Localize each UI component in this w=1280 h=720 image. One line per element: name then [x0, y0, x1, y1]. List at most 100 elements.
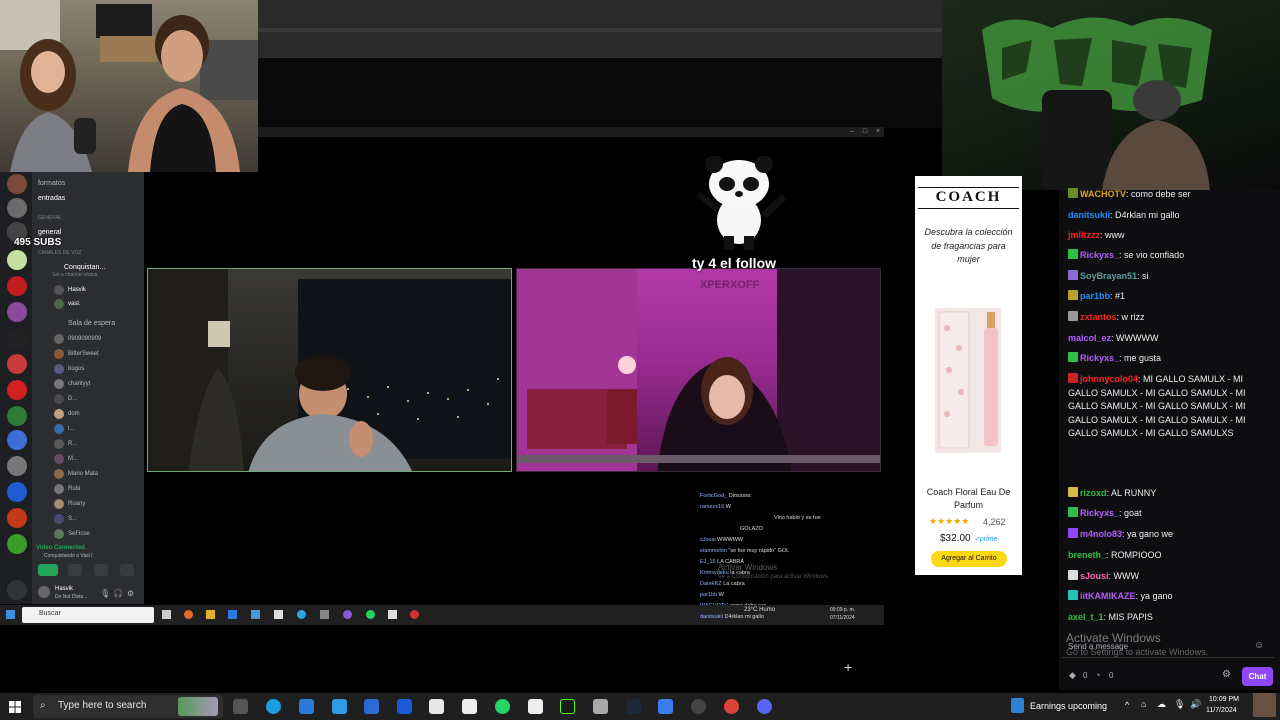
- volume-icon[interactable]: 🔊: [1190, 699, 1201, 710]
- app-icon[interactable]: [429, 699, 444, 714]
- network-icon[interactable]: ⌂: [1141, 699, 1146, 709]
- minimize-icon[interactable]: –: [848, 128, 856, 135]
- ad-product-title[interactable]: Coach Floral Eau De Parfum: [922, 486, 1015, 512]
- chat-username[interactable]: m4nolo83: [1080, 529, 1122, 539]
- channel-entradas[interactable]: entradas: [38, 192, 65, 205]
- chat-username[interactable]: zxtantos: [1080, 312, 1117, 322]
- microphone-icon[interactable]: 🎙: [1174, 699, 1185, 710]
- waiting-member[interactable]: Mario Mata: [68, 467, 98, 481]
- server-icon[interactable]: [7, 482, 27, 502]
- voice-member[interactable]: vasl.: [68, 297, 80, 311]
- maximize-icon[interactable]: □: [861, 128, 869, 135]
- server-icon[interactable]: [7, 302, 27, 322]
- chat-username[interactable]: iitKAMIKAZE: [1080, 591, 1136, 601]
- app-icon[interactable]: [388, 610, 397, 619]
- file-icon[interactable]: [528, 699, 543, 714]
- app-icon[interactable]: [184, 610, 193, 619]
- waiting-member[interactable]: R...: [68, 437, 77, 451]
- task-view-icon[interactable]: [162, 610, 171, 619]
- chat-badge-icon[interactable]: [1068, 270, 1078, 280]
- edge-icon[interactable]: [266, 699, 281, 714]
- spotify-icon[interactable]: [366, 610, 375, 619]
- windows-start-icon[interactable]: [6, 610, 15, 619]
- video-tile-right[interactable]: [516, 268, 881, 472]
- chat-badge-icon[interactable]: [1068, 311, 1078, 321]
- video-tile-left[interactable]: [147, 268, 512, 472]
- chat-username[interactable]: Rickyxs_: [1080, 353, 1119, 363]
- activities-icon[interactable]: [94, 564, 108, 576]
- server-icon[interactable]: [7, 250, 27, 270]
- inner-clock-time[interactable]: 09:09 p. m.: [830, 607, 855, 613]
- add-server-icon[interactable]: [7, 580, 27, 600]
- waiting-member[interactable]: M...: [68, 452, 78, 466]
- chat-username[interactable]: Rickyxs_: [1080, 508, 1119, 518]
- headphones-icon[interactable]: 🎧: [113, 589, 123, 598]
- gear-icon[interactable]: ⚙: [1222, 669, 1231, 680]
- clock-date[interactable]: 11/7/2024: [1206, 707, 1237, 714]
- obs-icon[interactable]: [691, 699, 706, 714]
- waiting-member[interactable]: Ruany: [68, 497, 85, 511]
- waiting-member[interactable]: bogos: [68, 362, 84, 376]
- chat-username[interactable]: par1bb: [1080, 291, 1110, 301]
- news-icon[interactable]: [1011, 698, 1024, 713]
- chat-username[interactable]: Rickyxs_: [1080, 250, 1119, 260]
- app-icon[interactable]: [320, 610, 329, 619]
- file-icon[interactable]: [462, 699, 477, 714]
- gear-icon[interactable]: ⚙: [127, 589, 134, 598]
- chat-username[interactable]: rizoxd: [1080, 488, 1107, 498]
- waiting-member[interactable]: dom: [68, 407, 80, 421]
- server-icon[interactable]: [7, 430, 27, 450]
- microphone-icon[interactable]: 🎙: [100, 589, 110, 598]
- voice-member[interactable]: Hasvik: [68, 283, 86, 297]
- cloud-icon[interactable]: ☁: [1157, 699, 1166, 710]
- chat-username[interactable]: johnnycolo04: [1080, 374, 1138, 384]
- category-voice[interactable]: CANALES DE VOZ: [38, 249, 81, 258]
- voice-channel-status[interactable]: Set a channel status: [52, 271, 97, 280]
- chat-username[interactable]: sJousi: [1080, 571, 1109, 581]
- chat-badge-icon[interactable]: [1068, 590, 1078, 600]
- app-icon[interactable]: [251, 610, 260, 619]
- camera-icon[interactable]: [38, 564, 58, 576]
- discord-icon[interactable]: [757, 699, 772, 714]
- chat-send-button[interactable]: Chat: [1242, 667, 1273, 686]
- chat-username[interactable]: breneth_: [1068, 550, 1106, 560]
- close-icon[interactable]: ×: [874, 128, 882, 135]
- server-icon[interactable]: [7, 456, 27, 476]
- waiting-member[interactable]: SeFicse: [68, 527, 90, 541]
- news-widget[interactable]: Earnings upcoming: [1030, 701, 1107, 711]
- chat-username[interactable]: axel_t_1: [1068, 612, 1104, 622]
- whatsapp-icon[interactable]: [495, 699, 510, 714]
- channel-points-icon[interactable]: ◔: [1095, 670, 1100, 680]
- perfume-product-image[interactable]: [935, 308, 1001, 453]
- chat-badge-icon[interactable]: [1068, 188, 1078, 198]
- notification-avatar[interactable]: [1253, 693, 1276, 717]
- waiting-member[interactable]: 0909090909: [68, 332, 101, 346]
- chat-badge-icon[interactable]: [1068, 352, 1078, 362]
- app-icon[interactable]: [299, 699, 314, 714]
- folder-icon[interactable]: [206, 610, 215, 619]
- windows-start-icon[interactable]: [9, 700, 21, 713]
- server-icon[interactable]: [7, 508, 27, 528]
- app-icon[interactable]: [228, 610, 237, 619]
- emote-icon[interactable]: ☺: [1254, 640, 1264, 651]
- waiting-member[interactable]: S...: [68, 512, 77, 526]
- chrome-icon[interactable]: [724, 699, 739, 714]
- server-icon[interactable]: [7, 198, 27, 218]
- steam-icon[interactable]: [626, 699, 641, 714]
- app-icon[interactable]: [274, 610, 283, 619]
- mail-icon[interactable]: [332, 699, 347, 714]
- server-icon[interactable]: [7, 380, 27, 400]
- inner-clock-date[interactable]: 07/11/2024: [830, 615, 855, 621]
- waiting-member[interactable]: chantyyt: [68, 377, 90, 391]
- channel-formatos[interactable]: formatos: [38, 177, 65, 190]
- server-icon[interactable]: [7, 406, 27, 426]
- waiting-member[interactable]: l...: [68, 422, 74, 436]
- task-view-icon[interactable]: [233, 699, 248, 714]
- discord-icon[interactable]: [343, 610, 352, 619]
- server-icon[interactable]: [7, 174, 27, 194]
- server-icon[interactable]: [7, 534, 27, 554]
- kick-icon[interactable]: [560, 699, 575, 714]
- waiting-member[interactable]: D...: [68, 392, 77, 406]
- chat-username[interactable]: maicol_ez: [1068, 333, 1111, 343]
- connection-channel[interactable]: Conquistando a Vasl /: [44, 553, 93, 559]
